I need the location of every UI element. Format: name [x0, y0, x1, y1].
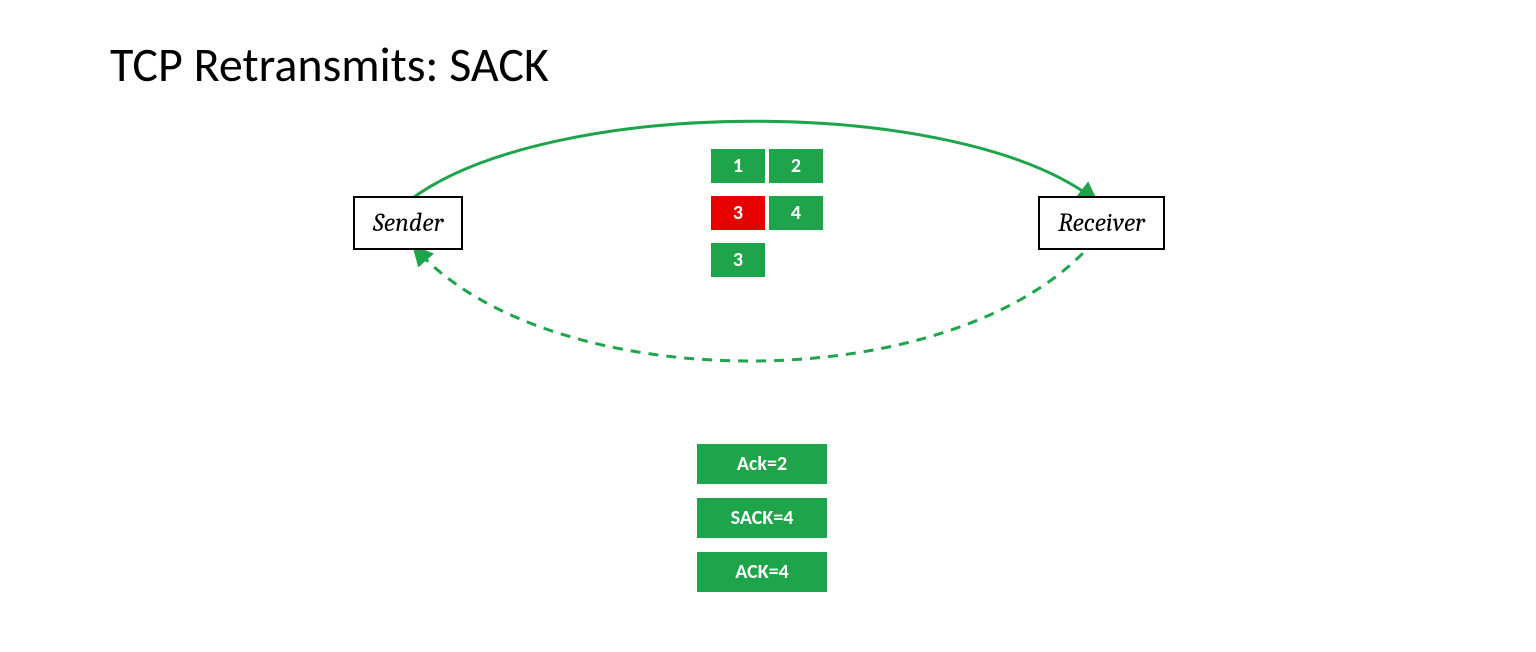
packet-3-retransmit: 3 [710, 242, 766, 278]
receiver-node: Receiver [1038, 196, 1165, 250]
ack-message-1: SACK=4 [697, 498, 827, 538]
sender-node: Sender [353, 196, 463, 250]
packet-1: 1 [710, 148, 766, 184]
packet-3-lost: 3 [710, 195, 766, 231]
packet-4: 4 [768, 195, 824, 231]
ack-message-2: ACK=4 [697, 552, 827, 592]
packet-2: 2 [768, 148, 824, 184]
ack-message-0: Ack=2 [697, 444, 827, 484]
